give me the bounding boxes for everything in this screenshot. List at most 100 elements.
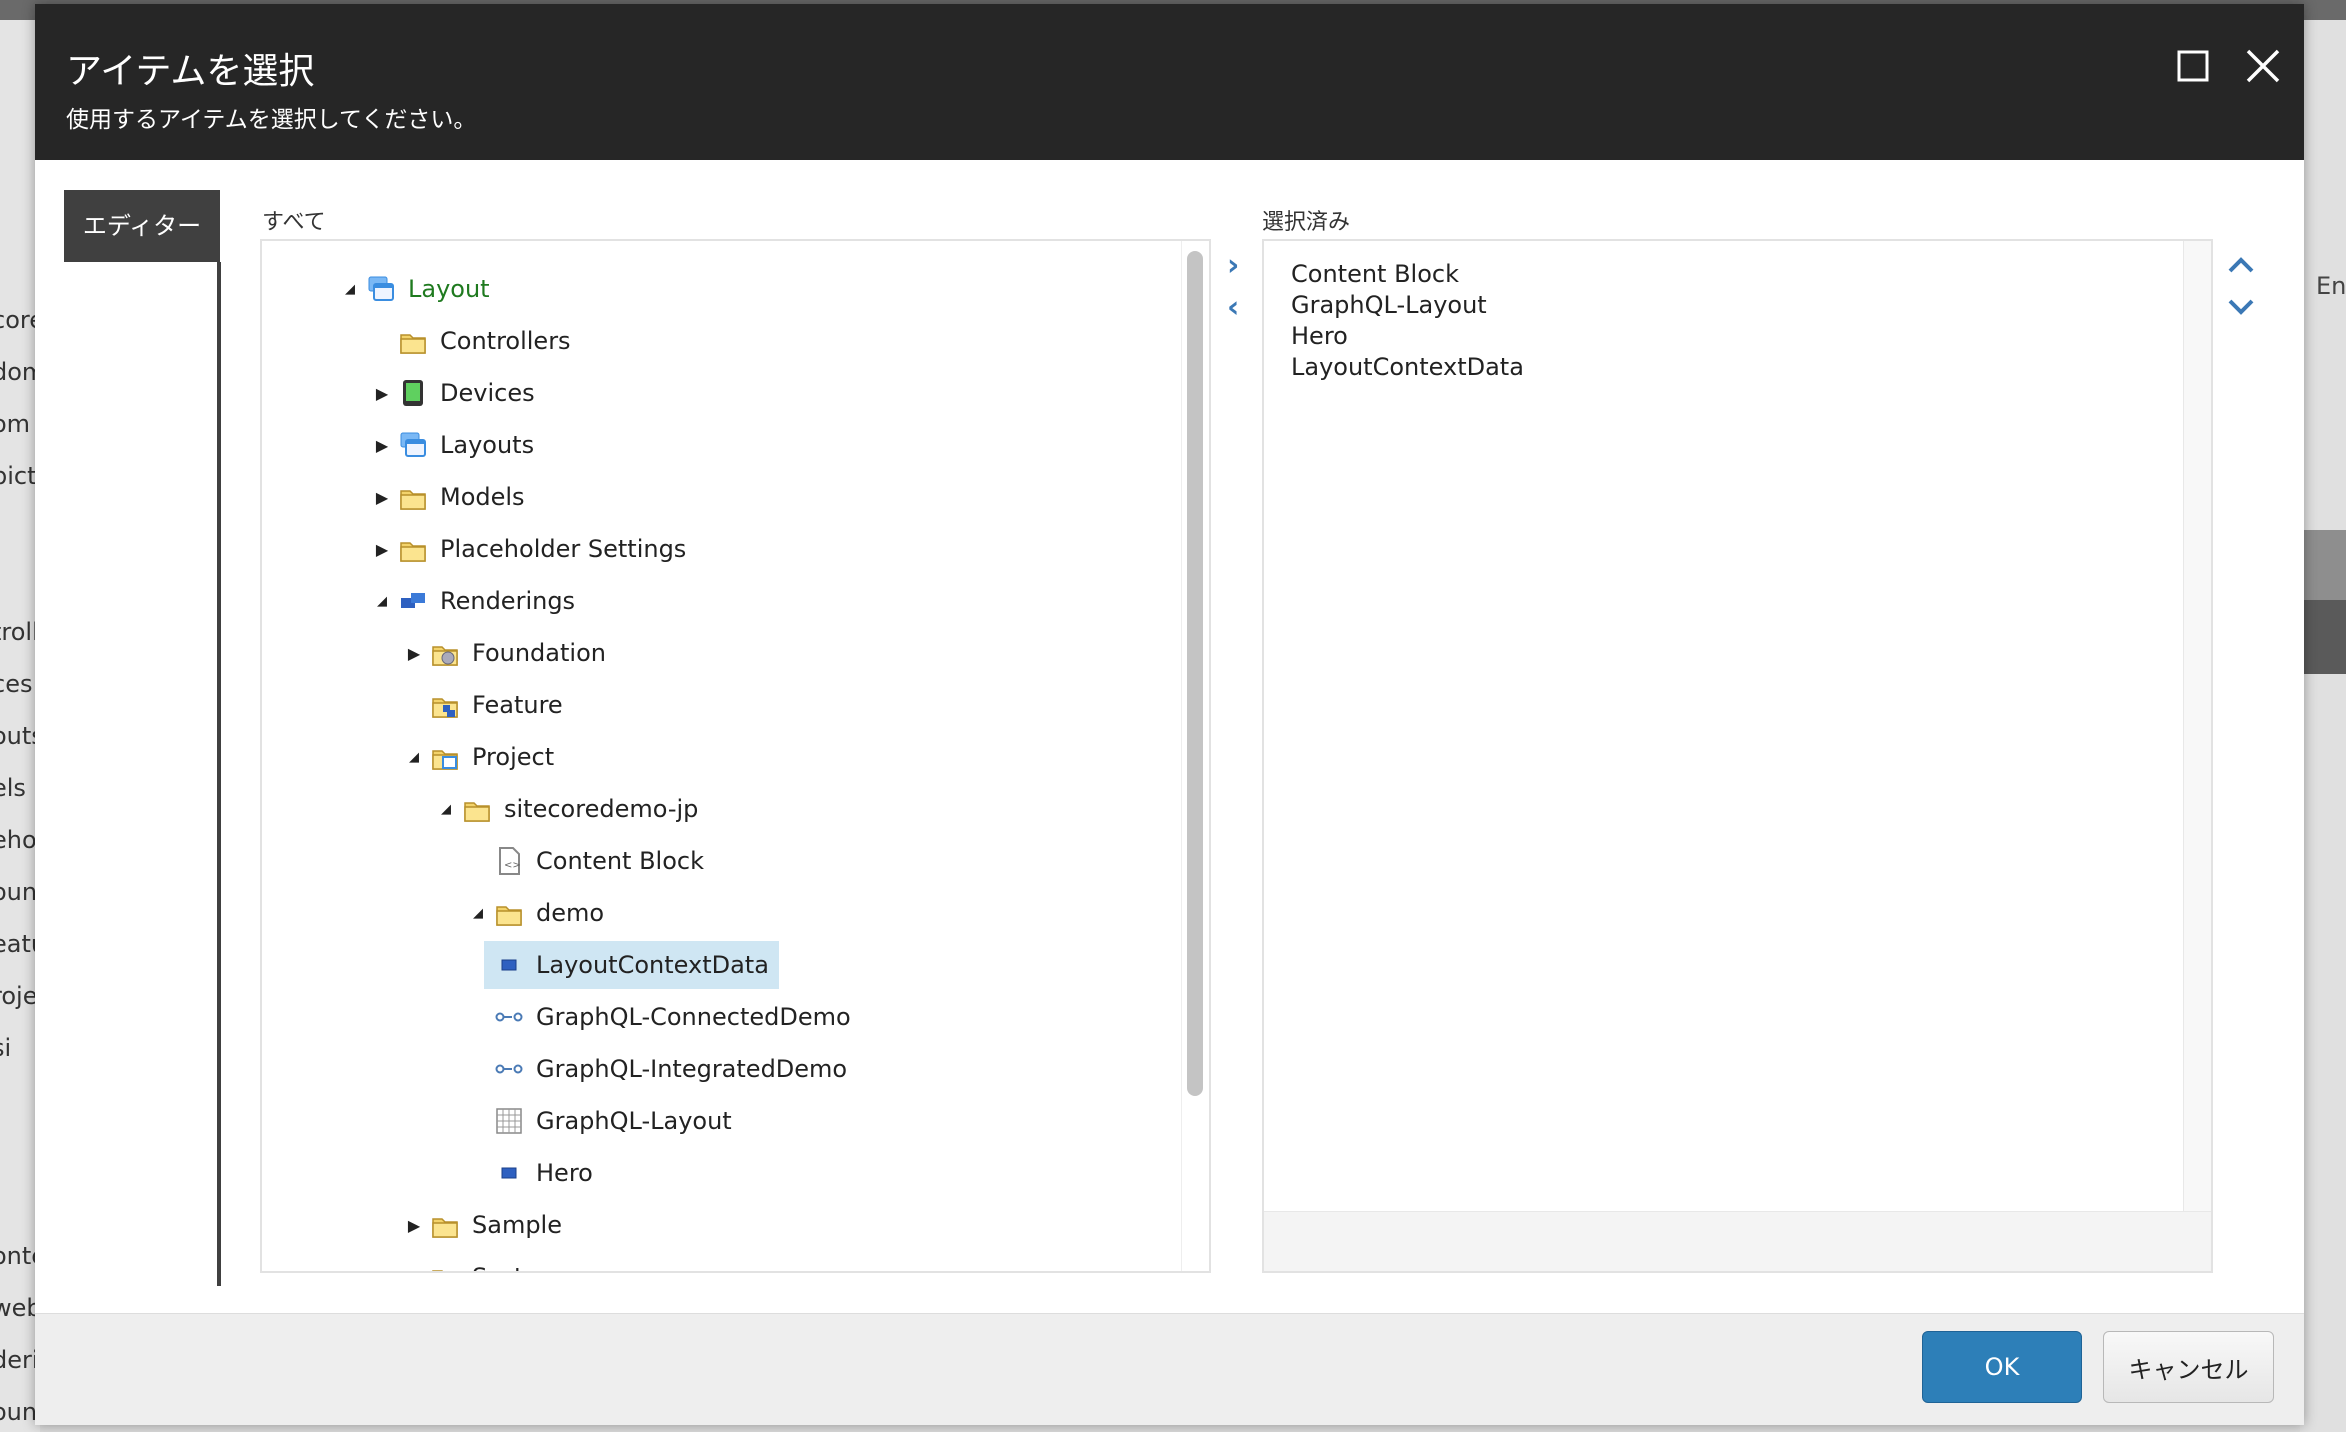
remove-item-button[interactable]: ‹ xyxy=(1227,290,1239,325)
background-tree-text: dom xyxy=(0,358,40,386)
background-tree-text: webe xyxy=(0,1294,40,1322)
background-tree-text: picti xyxy=(0,462,40,490)
all-items-label: すべて xyxy=(262,210,326,235)
tree-node[interactable]: ▶ Layouts xyxy=(366,421,542,469)
collapsed-triangle-icon[interactable]: ▶ xyxy=(398,644,430,663)
tree-node-label: Layout xyxy=(408,275,490,303)
tab-divider xyxy=(217,262,221,1286)
maximize-button[interactable] xyxy=(2173,46,2213,86)
cancel-button[interactable]: キャンセル xyxy=(2103,1331,2274,1403)
background-tree-text: deri xyxy=(0,1346,39,1374)
collapsed-triangle-icon[interactable]: ▶ xyxy=(366,436,398,455)
expanded-triangle-icon[interactable]: ◢ xyxy=(462,906,494,921)
selected-item[interactable]: Content Block xyxy=(1291,260,1459,288)
tree-node[interactable]: ▶ Sample xyxy=(398,1201,570,1249)
expanded-triangle-icon[interactable]: ◢ xyxy=(334,282,366,297)
tree-node[interactable]: ▶ Devices xyxy=(366,369,543,417)
tree-node-label: Project xyxy=(472,743,555,771)
tab-editor[interactable]: エディター xyxy=(64,190,220,262)
expanded-triangle-icon[interactable]: ◢ xyxy=(430,802,462,817)
tree-node-label: demo xyxy=(536,899,605,927)
folder-icon xyxy=(494,898,524,928)
background-tree-text: eatu xyxy=(0,930,40,958)
move-up-button[interactable] xyxy=(2227,248,2255,283)
collapsed-triangle-icon[interactable]: ▶ xyxy=(398,1268,430,1272)
collapsed-triangle-icon[interactable]: ▶ xyxy=(398,1216,430,1235)
tree-node[interactable]: <> Content Block xyxy=(462,837,712,885)
expanded-triangle-icon[interactable]: ◢ xyxy=(398,750,430,765)
tree-node[interactable]: Controllers xyxy=(366,317,579,365)
connector-icon xyxy=(494,1054,524,1084)
folder-gear-icon xyxy=(430,638,460,668)
background-tree-text: ces xyxy=(0,670,33,698)
tree-node-label: Layouts xyxy=(440,431,535,459)
background-tree-text: si xyxy=(0,1034,12,1062)
tree-node-label: Foundation xyxy=(472,639,606,667)
collapsed-triangle-icon[interactable]: ▶ xyxy=(366,488,398,507)
tree-node[interactable]: ◢ Layout xyxy=(334,265,498,313)
chevron-up-icon xyxy=(2228,257,2254,273)
tree-node[interactable]: ◢ sitecoredemo-jp xyxy=(430,785,706,833)
tree-node[interactable]: GraphQL-Layout xyxy=(462,1097,740,1145)
renderings-icon xyxy=(398,586,428,616)
tree-node[interactable]: ◢ demo xyxy=(462,889,612,937)
folder-icon xyxy=(462,794,492,824)
background-tree-text: onte xyxy=(0,1242,40,1270)
selected-item[interactable]: GraphQL-Layout xyxy=(1291,291,1487,319)
language-label: Eng xyxy=(2316,272,2346,300)
tree-scrollbar-thumb[interactable] xyxy=(1187,251,1203,1096)
tree-node[interactable]: LayoutContextData xyxy=(484,941,779,989)
close-icon xyxy=(2246,49,2280,83)
selected-items-label: 選択済み xyxy=(1262,210,1351,235)
close-button[interactable] xyxy=(2243,46,2283,86)
tree-node-label: Feature xyxy=(472,691,563,719)
tree-node-label: Placeholder Settings xyxy=(440,535,687,563)
background-tree-text: core xyxy=(0,306,40,334)
ok-button[interactable]: OK xyxy=(1922,1331,2082,1403)
layout-icon xyxy=(398,430,428,460)
background-tree-text: oundation xyxy=(0,1398,40,1426)
background-tree-text: outs xyxy=(0,722,40,750)
collapsed-triangle-icon[interactable]: ▶ xyxy=(366,384,398,403)
tree-node[interactable]: GraphQL-IntegratedDemo xyxy=(462,1045,855,1093)
tree-node-label: Renderings xyxy=(440,587,576,615)
tree-node-label: GraphQL-IntegratedDemo xyxy=(536,1055,848,1083)
tree-node-label: GraphQL-Layout xyxy=(536,1107,732,1135)
item-tree[interactable]: ◢ Layout Controllers ▶ Devices ▶ Layouts ▶ Model… xyxy=(260,239,1211,1273)
device-icon xyxy=(398,378,428,408)
tree-node[interactable]: ◢ Project xyxy=(398,733,562,781)
selected-items-list[interactable] xyxy=(1262,239,2213,1273)
tree-node-label: sitecoredemo-jp xyxy=(504,795,699,823)
background-tree-text: els xyxy=(0,774,26,802)
tree-node[interactable]: Feature xyxy=(398,681,571,729)
selected-item[interactable]: Hero xyxy=(1291,322,1348,350)
selected-item[interactable]: LayoutContextData xyxy=(1291,353,1524,381)
code-file-icon: <> xyxy=(494,846,524,876)
tree-node-label: Devices xyxy=(440,379,535,407)
background-right-panel: Eng xyxy=(2300,20,2346,1432)
tree-node[interactable]: ▶ System xyxy=(398,1253,570,1272)
tree-node-label: Controllers xyxy=(440,327,571,355)
dialog-title: アイテムを選択 xyxy=(66,51,315,92)
folder-icon xyxy=(398,534,428,564)
dialog-header: アイテムを選択 使用するアイテムを選択してください。 xyxy=(35,4,2304,160)
background-tree-text: eho xyxy=(0,826,37,854)
folder-icon xyxy=(430,1262,460,1271)
tree-node[interactable]: Hero xyxy=(462,1149,601,1197)
folder-icon xyxy=(398,482,428,512)
folder-blocks-icon xyxy=(430,690,460,720)
grid-icon xyxy=(494,1106,524,1136)
add-item-button[interactable]: › xyxy=(1227,248,1239,283)
expanded-triangle-icon[interactable]: ◢ xyxy=(366,594,398,609)
tree-node[interactable]: ◢ Renderings xyxy=(366,577,583,625)
selected-scrollbar[interactable] xyxy=(2183,241,2211,1211)
move-down-button[interactable] xyxy=(2227,290,2255,325)
tree-node[interactable]: ▶ Foundation xyxy=(398,629,614,677)
tree-node[interactable]: ▶ Placeholder Settings xyxy=(366,525,694,573)
tree-node-label: GraphQL-ConnectedDemo xyxy=(536,1003,851,1031)
tree-node[interactable]: ▶ Models xyxy=(366,473,533,521)
collapsed-triangle-icon[interactable]: ▶ xyxy=(366,540,398,559)
tree-node-label: Models xyxy=(440,483,525,511)
tree-node[interactable]: GraphQL-ConnectedDemo xyxy=(462,993,859,1041)
tree-node-label: LayoutContextData xyxy=(534,947,777,983)
